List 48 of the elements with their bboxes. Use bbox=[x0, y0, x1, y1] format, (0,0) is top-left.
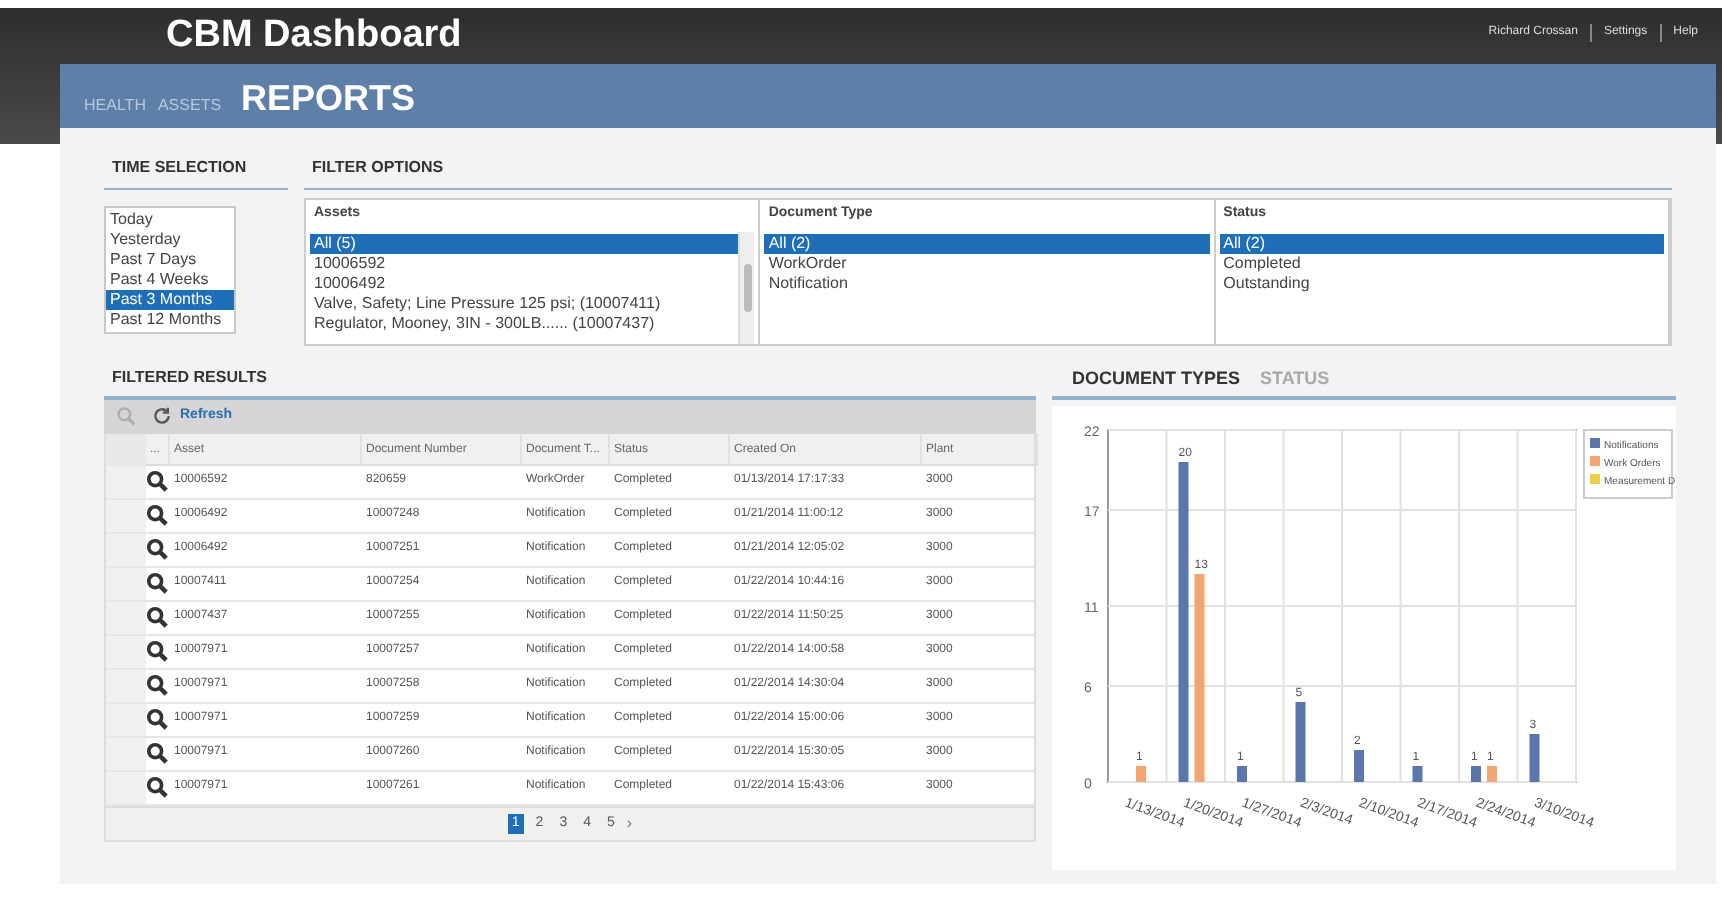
bar bbox=[1136, 766, 1146, 782]
bar bbox=[1471, 766, 1481, 782]
section-title: TIME SELECTION bbox=[104, 156, 288, 190]
list-item[interactable]: Completed bbox=[1219, 253, 1664, 273]
list-item[interactable]: WorkOrder bbox=[764, 253, 1210, 273]
list-item[interactable]: All (5) bbox=[310, 233, 739, 253]
list-item[interactable]: Today bbox=[106, 210, 234, 230]
list-box[interactable]: Today Yesterday Past 7 Days Past 4 Weeks Past 3 Months Past 12 Months bbox=[104, 206, 236, 334]
magnifier-icon[interactable] bbox=[146, 776, 168, 798]
next-page-link[interactable]: › bbox=[626, 811, 633, 835]
magnifier-icon[interactable] bbox=[146, 470, 168, 492]
list-item[interactable]: Yesterday bbox=[106, 230, 234, 250]
magnifier-icon[interactable] bbox=[146, 538, 168, 560]
nav-tab[interactable]: REPORTS bbox=[241, 78, 416, 118]
magnifier-icon[interactable] bbox=[146, 606, 168, 628]
magnifier-icon[interactable] bbox=[146, 708, 168, 730]
list-item[interactable]: All (2) bbox=[764, 233, 1210, 253]
legend-swatch bbox=[1590, 456, 1600, 466]
bar bbox=[1412, 766, 1423, 782]
list-item[interactable]: Past 7 Days bbox=[106, 250, 234, 270]
bar bbox=[1295, 702, 1306, 782]
list-item[interactable]: All (2) bbox=[1219, 233, 1664, 253]
list-item[interactable]: Notification bbox=[764, 273, 1210, 293]
magnifier-icon[interactable] bbox=[146, 674, 168, 696]
refresh-icon bbox=[152, 406, 172, 426]
list-item[interactable]: 10006492 bbox=[310, 273, 739, 293]
scrollbar[interactable] bbox=[738, 231, 755, 343]
list-item[interactable]: Regulator, Mooney, 3IN - 300LB...... (10007437) bbox=[310, 313, 739, 333]
magnifier-icon[interactable] bbox=[146, 640, 168, 662]
magnifier-icon[interactable] bbox=[146, 572, 168, 594]
bar bbox=[1529, 734, 1540, 782]
magnifier-icon[interactable] bbox=[146, 742, 168, 764]
list-item[interactable]: Outstanding bbox=[1219, 273, 1664, 293]
list-item[interactable]: 10006592 bbox=[310, 253, 739, 273]
app-title: CBM Dashboard bbox=[166, 12, 462, 60]
list-item[interactable]: Past 4 Weeks bbox=[106, 270, 234, 290]
list-item[interactable]: Past 3 Months bbox=[106, 290, 234, 310]
chart-tab[interactable]: DOCUMENT TYPES bbox=[1072, 365, 1241, 392]
magnifier-icon[interactable] bbox=[146, 504, 168, 526]
list-item[interactable]: Valve, Safety; Line Pressure 125 psi; (10007411) bbox=[310, 293, 739, 313]
bar bbox=[1237, 766, 1247, 782]
list-box[interactable]: All (5) 10006592 10006492 Valve, Safety; Line Pressure 125 psi; (10007411) Regulator, Mooney, 3IN - 300LB...... (10007437) bbox=[310, 231, 755, 343]
legend-swatch bbox=[1590, 438, 1600, 448]
legend-swatch bbox=[1590, 474, 1600, 484]
bar bbox=[1487, 766, 1497, 782]
bar bbox=[1354, 750, 1364, 782]
list-item[interactable]: Past 12 Months bbox=[106, 310, 234, 330]
section-title: FILTER OPTIONS bbox=[304, 156, 1672, 190]
